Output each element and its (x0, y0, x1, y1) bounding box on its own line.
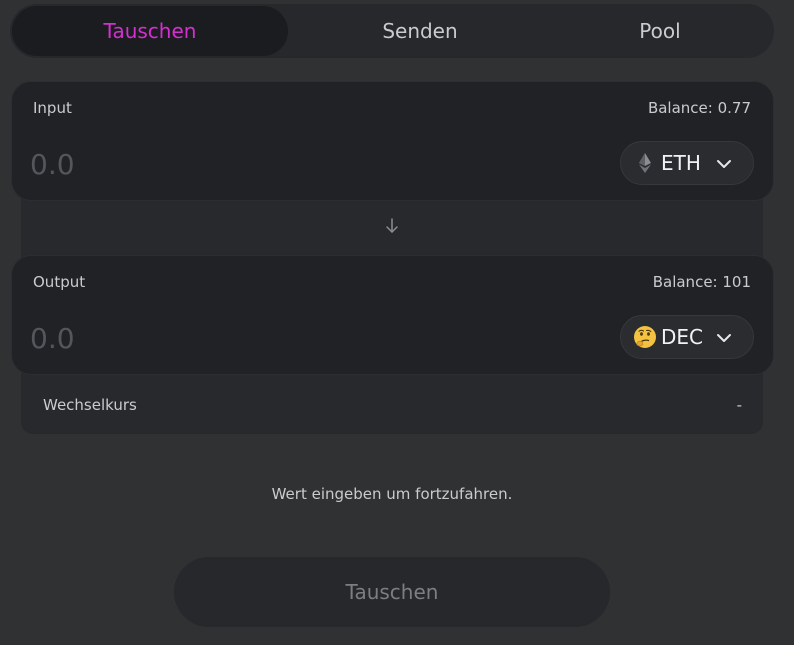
thinking-face-emoji-icon (633, 325, 657, 349)
ethereum-icon (633, 151, 657, 175)
output-balance: Balance: 101 (652, 273, 751, 291)
input-label: Input (33, 99, 72, 117)
output-label: Output (33, 273, 86, 291)
input-amount-field[interactable] (30, 144, 430, 184)
chevron-down-icon (717, 160, 731, 168)
input-balance: Balance: 0.77 (647, 99, 751, 117)
tab-bar: Tauschen Senden Pool (10, 4, 774, 58)
tab-senden[interactable]: Senden (300, 6, 540, 56)
output-token-symbol: DEC (661, 325, 704, 349)
input-token-select[interactable]: ETH (620, 141, 754, 185)
swap-submit-button[interactable]: Tauschen (174, 557, 610, 627)
output-token-select[interactable]: DEC (620, 315, 754, 359)
input-panel: Input Balance: 0.77 ETH (11, 81, 774, 201)
tab-tauschen[interactable]: Tauschen (12, 6, 288, 56)
arrow-down-icon[interactable] (383, 216, 401, 236)
exchange-rate-label: Wechselkurs (43, 396, 137, 414)
output-panel: Output Balance: 101 DEC (11, 255, 774, 375)
exchange-rate-value: - (736, 396, 742, 414)
hint-text: Wert eingeben um fortzufahren. (271, 485, 513, 503)
chevron-down-icon (717, 334, 731, 342)
tab-pool[interactable]: Pool (540, 6, 780, 56)
input-token-symbol: ETH (661, 151, 701, 175)
output-amount-field[interactable] (30, 318, 430, 358)
